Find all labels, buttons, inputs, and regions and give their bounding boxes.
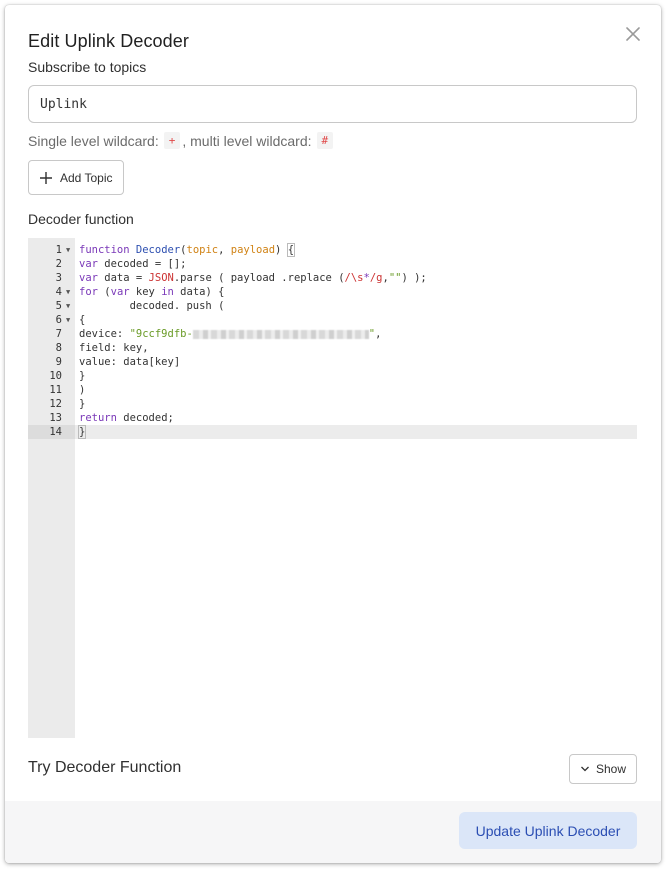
line-number: 12: [49, 398, 62, 410]
line-number: 2: [55, 258, 62, 270]
close-icon: [626, 27, 640, 41]
code-token: decoded. push (: [79, 300, 225, 312]
code-line: 5 ▼ decoded. push (: [28, 299, 637, 313]
update-uplink-decoder-button[interactable]: Update Uplink Decoder: [459, 812, 637, 849]
line-number: 11: [49, 384, 62, 396]
add-topic-button[interactable]: Add Topic: [28, 160, 124, 195]
code-token: }: [77, 425, 87, 439]
code-token: }: [79, 398, 86, 410]
code-token: key: [129, 286, 162, 298]
code-token: ): [79, 384, 86, 396]
code-token: }: [79, 370, 86, 382]
line-number: 13: [49, 412, 62, 424]
code-token: JSON: [148, 272, 174, 284]
code-token: in: [161, 286, 174, 298]
line-number: 8: [55, 342, 62, 354]
code-line: 13 return decoded;: [28, 411, 637, 425]
edit-uplink-decoder-dialog: Edit Uplink Decoder Subscribe to topics …: [5, 5, 661, 863]
code-token: {: [286, 243, 296, 257]
code-token: var: [110, 286, 130, 298]
code-token: ) );: [401, 272, 427, 284]
try-decoder-heading: Try Decoder Function: [28, 759, 182, 776]
code-token: decoded = [];: [97, 258, 187, 270]
code-token: "9ccf9dfb-: [129, 328, 193, 340]
decoder-function-label: Decoder function: [28, 211, 134, 227]
code-token: /g: [369, 272, 383, 284]
fold-toggle-icon[interactable]: ▼: [66, 299, 70, 313]
line-number: 10: [49, 370, 62, 382]
line-number: 9: [55, 356, 62, 368]
code-token: field: key,: [79, 342, 149, 354]
chevron-down-icon: [581, 766, 589, 772]
wildcard-hint-text-1: Single level wildcard:: [28, 132, 159, 149]
line-number: 3: [55, 272, 62, 284]
single-wildcard-chip: +: [163, 132, 181, 149]
code-line-active: 14 }: [28, 425, 637, 439]
code-editor[interactable]: 1 ▼ function Decoder(topic, payload) { 2…: [28, 238, 637, 738]
show-button[interactable]: Show: [569, 754, 637, 784]
code-token: ,: [218, 244, 231, 256]
code-token: data) {: [173, 286, 225, 298]
code-line: 1 ▼ function Decoder(topic, payload) {: [28, 243, 637, 257]
add-topic-label: Add Topic: [60, 170, 113, 185]
code-line: 9 value: data[key]: [28, 355, 637, 369]
code-token: .parse ( payload .replace (: [173, 272, 345, 284]
code-line: 11 ): [28, 383, 637, 397]
topic-input[interactable]: Uplink: [28, 85, 637, 123]
code-token: value: data[key]: [79, 356, 181, 368]
code-token: var: [79, 258, 98, 270]
code-token: return: [79, 412, 117, 424]
code-token: (: [97, 286, 111, 298]
fold-toggle-icon[interactable]: ▼: [66, 243, 70, 257]
subscribe-topics-label: Subscribe to topics: [28, 59, 147, 75]
code-token: device:: [79, 328, 130, 340]
line-number: 7: [55, 328, 62, 340]
code-line: 12 }: [28, 397, 637, 411]
multi-wildcard-chip: #: [316, 132, 334, 149]
code-line: 3 var data = JSON.parse ( payload .repla…: [28, 271, 637, 285]
code-line: 6 ▼ {: [28, 313, 637, 327]
code-token: payload: [230, 244, 276, 256]
code-token: decoded;: [116, 412, 174, 424]
code-token: "": [388, 272, 402, 284]
topic-input-value: Uplink: [40, 96, 87, 112]
code-token: ): [275, 244, 288, 256]
code-line: 2 var decoded = [];: [28, 257, 637, 271]
code-token: topic: [186, 244, 219, 256]
code-line: 10 }: [28, 369, 637, 383]
redacted-device-id: [192, 329, 369, 339]
dialog-title: Edit Uplink Decoder: [28, 31, 189, 51]
wildcard-hint-text-2: , multi level wildcard:: [182, 132, 312, 149]
code-token: Decoder: [135, 244, 181, 256]
fold-toggle-icon[interactable]: ▼: [66, 285, 70, 299]
code-token: {: [79, 314, 86, 326]
code-token: data =: [97, 272, 149, 284]
dialog-footer: Update Uplink Decoder: [5, 801, 661, 863]
code-line: 4 ▼ for (var key in data) {: [28, 285, 637, 299]
code-token: /\s: [344, 272, 364, 284]
fold-toggle-icon[interactable]: ▼: [66, 313, 70, 327]
code-line: 8 field: key,: [28, 341, 637, 355]
update-button-label: Update Uplink Decoder: [475, 822, 621, 839]
code-token: function: [79, 244, 130, 256]
code-line: 7 device: "9ccf9dfb- ",: [28, 327, 637, 341]
line-number: 14: [28, 425, 75, 439]
close-button[interactable]: [623, 24, 643, 44]
wildcard-hint: Single level wildcard: + , multi level w…: [28, 132, 335, 149]
code-token: var: [79, 272, 98, 284]
code-token: ,: [375, 328, 382, 340]
show-button-label: Show: [595, 762, 627, 776]
code-token: for: [79, 286, 98, 298]
plus-icon: [40, 171, 52, 184]
